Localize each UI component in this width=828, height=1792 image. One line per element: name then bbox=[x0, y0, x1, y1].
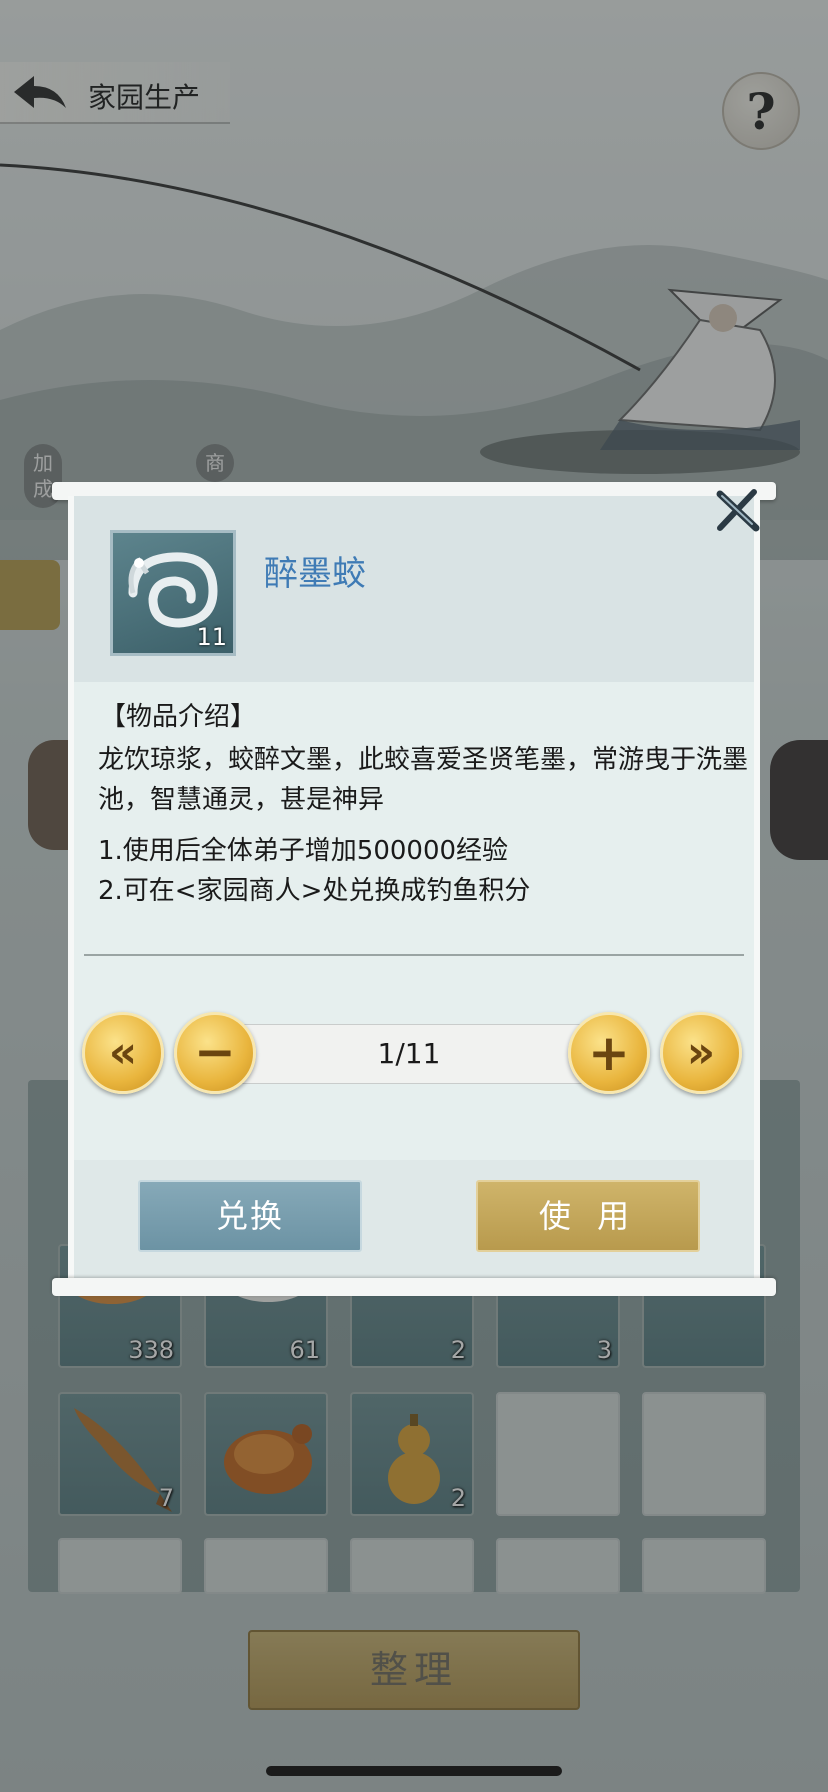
quantity-value: 1/11 bbox=[377, 1037, 441, 1070]
exchange-button[interactable]: 兑换 bbox=[138, 1180, 362, 1252]
increase-quantity-button[interactable]: + bbox=[568, 1012, 650, 1094]
divider bbox=[84, 954, 744, 956]
close-icon[interactable] bbox=[712, 488, 762, 534]
scroll-bottom-roller bbox=[52, 1278, 776, 1296]
plus-icon: + bbox=[588, 1024, 630, 1082]
item-count: 11 bbox=[196, 623, 227, 651]
double-chevron-left-icon: « bbox=[108, 1027, 138, 1078]
double-chevron-right-icon: » bbox=[686, 1027, 716, 1078]
effect-line-1: 1.使用后全体弟子增加500000经验 bbox=[98, 836, 509, 866]
effect-line-2: 2.可在<家园商人>处兑换成钓鱼积分 bbox=[98, 876, 531, 906]
min-quantity-button[interactable]: « bbox=[82, 1012, 164, 1094]
description-text: 龙饮琼浆，蛟醉文墨，此蛟喜爱圣贤笔墨，常游曳于洗墨池，智慧通灵，甚是神异 bbox=[98, 745, 749, 815]
item-icon: 11 bbox=[110, 530, 236, 656]
use-button[interactable]: 使 用 bbox=[476, 1180, 700, 1252]
description-heading: 【物品介绍】 bbox=[100, 702, 257, 732]
item-name: 醉墨蛟 bbox=[264, 554, 366, 594]
home-indicator bbox=[266, 1766, 562, 1776]
item-detail-popup: 11 醉墨蛟 【物品介绍】 龙饮琼浆，蛟醉文墨，此蛟喜爱圣贤笔墨，常游曳于洗墨池… bbox=[68, 496, 760, 1280]
max-quantity-button[interactable]: » bbox=[660, 1012, 742, 1094]
decrease-quantity-button[interactable]: − bbox=[174, 1012, 256, 1094]
minus-icon: − bbox=[194, 1023, 236, 1081]
